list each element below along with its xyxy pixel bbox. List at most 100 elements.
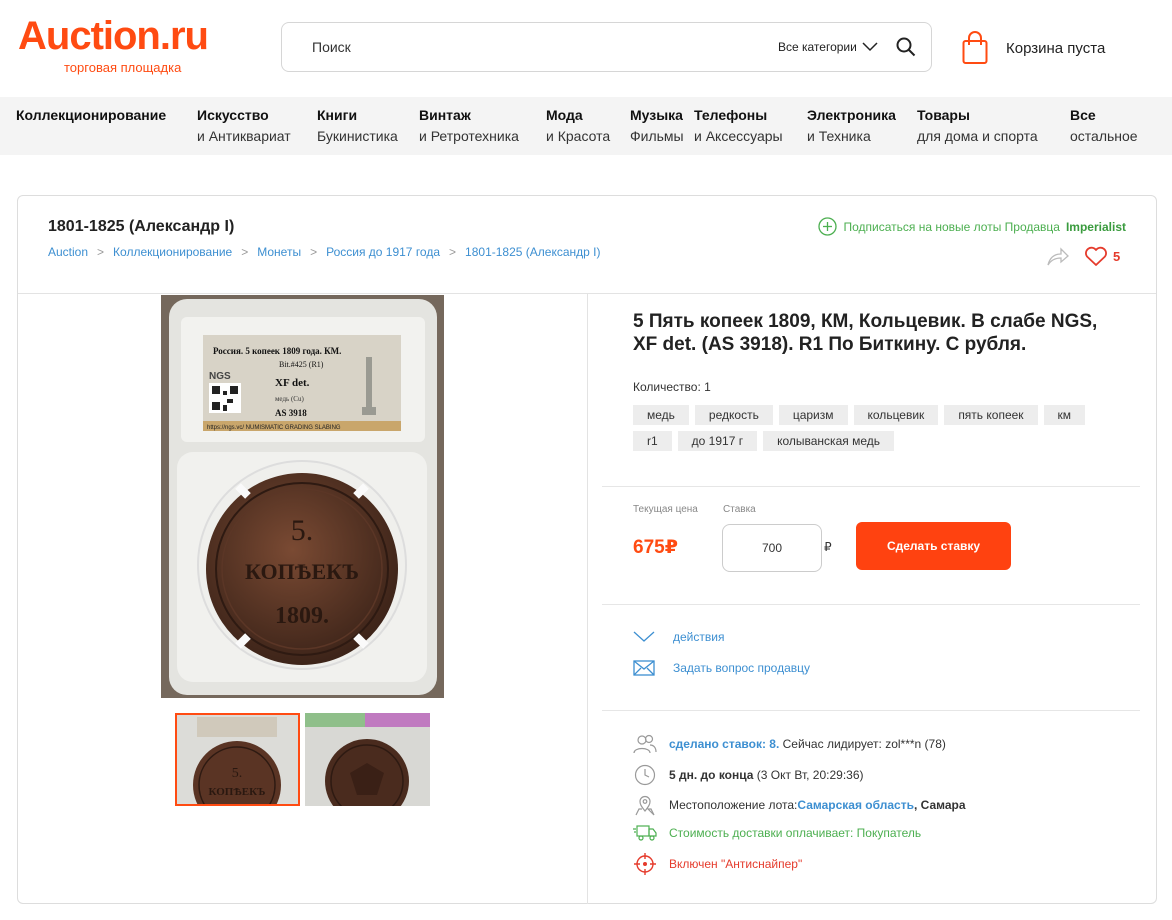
site-logo[interactable]: Auction.ru торговая площадка [18,14,209,75]
city: , Самара [913,798,966,812]
breadcrumb-link[interactable]: 1801-1825 (Александр I) [465,245,600,259]
heart-icon [1085,246,1107,266]
breadcrumb-link[interactable]: Монеты [257,245,301,259]
category-title: 1801-1825 (Александр I) [48,218,235,235]
bids-count-link[interactable]: сделано ставок: 8. [669,737,779,751]
coin-year: 1809. [275,603,329,629]
seller-name[interactable]: Imperialist [1066,220,1126,234]
nav-item-title: Искусство [197,107,269,123]
breadcrumb-link[interactable]: Auction [48,245,88,259]
nav-item-subtitle: и Техника [807,128,871,144]
subscribe-text: Подписаться на новые лоты Продавца [843,219,1060,234]
bids-info: сделано ставок: 8. Сейчас лидирует: zol*… [633,734,946,754]
nav-item-subtitle: и Аксессуары [694,128,783,144]
users-icon [633,734,657,754]
section-divider [602,604,1140,605]
lot-title: 5 Пять копеек 1809, КМ, Кольцевик. В сла… [633,311,1098,355]
slab-line2: Bit.#425 (R1) [279,360,324,369]
place-bid-button[interactable]: Сделать ставку [856,522,1011,570]
column-divider [587,294,588,904]
shopping-bag-icon [962,31,988,64]
cart-button[interactable]: Корзина пуста [962,31,1105,65]
nav-item-music[interactable]: Музыка Фильмы [630,107,684,145]
breadcrumb-separator: > [310,245,318,259]
time-left: 5 дн. до конца [669,768,754,782]
actions-label: действия [673,630,725,644]
nav-item-title: Товары [917,107,970,123]
coin-word: КОПѢЕКЪ [245,559,359,584]
subscribe-seller-link[interactable]: Подписаться на новые лоты Продавца Imper… [818,217,1126,236]
tag-chip[interactable]: кольцевик [853,405,939,425]
lot-quantity: Количество: 1 [633,380,711,394]
current-price: 675₽ [633,537,678,558]
nav-item-subtitle: Фильмы [630,128,684,144]
actions-toggle[interactable]: действия [633,630,724,644]
breadcrumb-link[interactable]: Коллекционирование [113,245,232,259]
nav-item-vintage[interactable]: Винтаж и Ретротехника [419,107,519,145]
currency-sign: ₽ [824,540,832,554]
breadcrumb-link[interactable]: Россия до 1917 года [326,245,440,259]
end-date: (3 Окт Вт, 20:29:36) [756,768,864,782]
bid-amount-input[interactable] [722,524,822,572]
share-button[interactable] [1046,247,1070,272]
section-divider [602,710,1140,711]
time-left-info: 5 дн. до конца (3 Окт Вт, 20:29:36) [633,764,864,786]
delivery-truck-icon [633,825,657,841]
tag-chip[interactable]: пять копеек [944,405,1038,425]
nav-item-books[interactable]: Книги Букинистика [317,107,398,145]
envelope-icon [633,660,655,676]
breadcrumb-separator: > [241,245,249,259]
search-icon [896,37,916,57]
slab-brand: NGS [209,371,231,382]
ask-seller-link[interactable]: Задать вопрос продавцу [633,660,810,676]
location-label: Местоположение лота: [669,798,798,812]
nav-item-home[interactable]: Товары для дома и спорта [917,107,1038,145]
lot-card: 1801-1825 (Александр I) Auction > Коллек… [17,195,1157,904]
search-button[interactable] [896,37,916,62]
cart-label: Корзина пуста [1006,39,1106,57]
antisniper-text: Включен "Антиснайпер" [669,857,803,871]
nav-item-collecting[interactable]: Коллекционирование [16,107,166,128]
logo-text[interactable]: Auction.ru [18,14,209,58]
nav-item-subtitle: и Ретротехника [419,128,519,144]
nav-item-phones[interactable]: Телефоны и Аксессуары [694,107,783,145]
nav-item-title: Музыка [630,107,683,123]
nav-item-subtitle: для дома и спорта [917,128,1038,144]
nav-item-fashion[interactable]: Мода и Красота [546,107,610,145]
nav-item-art[interactable]: Искусство и Антиквариат [197,107,291,145]
category-select-label: Все категории [778,40,857,54]
nav-item-title: Винтаж [419,107,471,123]
plus-circle-icon [818,217,838,236]
nav-item-title: Книги [317,107,358,123]
tag-list: медь редкость царизм кольцевик пять копе… [633,405,1113,451]
chevron-down-icon [633,631,655,642]
tag-chip[interactable]: редкость [694,405,773,425]
tag-chip[interactable]: до 1917 г [677,431,758,451]
lot-main-image[interactable]: Россия. 5 копеек 1809 года. КМ. Bit.#425… [161,295,444,698]
breadcrumb-separator: > [449,245,457,259]
crosshair-icon [634,853,656,875]
nav-item-title: Мода [546,107,583,123]
tag-chip[interactable]: r1 [633,431,672,451]
category-select[interactable]: Все категории [778,40,879,54]
thumbnail-obverse-image: 5. КОПѢЕКЪ [177,715,298,804]
favorites-count: 5 [1113,249,1121,264]
shipping-text: Стоимость доставки оплачивает: Покупател… [669,826,922,840]
tag-chip[interactable]: медь [633,405,689,425]
region-link[interactable]: Самарская область [797,798,914,812]
chevron-down-icon [862,42,878,52]
tag-chip[interactable]: км [1043,405,1086,425]
thumbnail-2[interactable] [305,713,430,806]
search-input[interactable] [312,39,732,55]
tag-chip[interactable]: колыванская медь [763,431,894,451]
thumbnail-reverse-image [305,713,430,806]
nav-item-other[interactable]: Все остальное [1070,107,1138,145]
tag-chip[interactable]: царизм [778,405,848,425]
thumbnail-1[interactable]: 5. КОПѢЕКЪ [175,713,300,806]
thumb-denom: 5. [232,766,243,781]
shipping-info: Стоимость доставки оплачивает: Покупател… [633,824,921,842]
slab-footer: https://ngs.vc/ NUMISMATIC GRADING SLABI… [207,425,341,431]
favorite-button[interactable]: 5 [1084,246,1120,267]
nav-item-electronics[interactable]: Электроника и Техника [807,107,896,145]
breadcrumb: Auction > Коллекционирование > Монеты > … [48,245,600,259]
